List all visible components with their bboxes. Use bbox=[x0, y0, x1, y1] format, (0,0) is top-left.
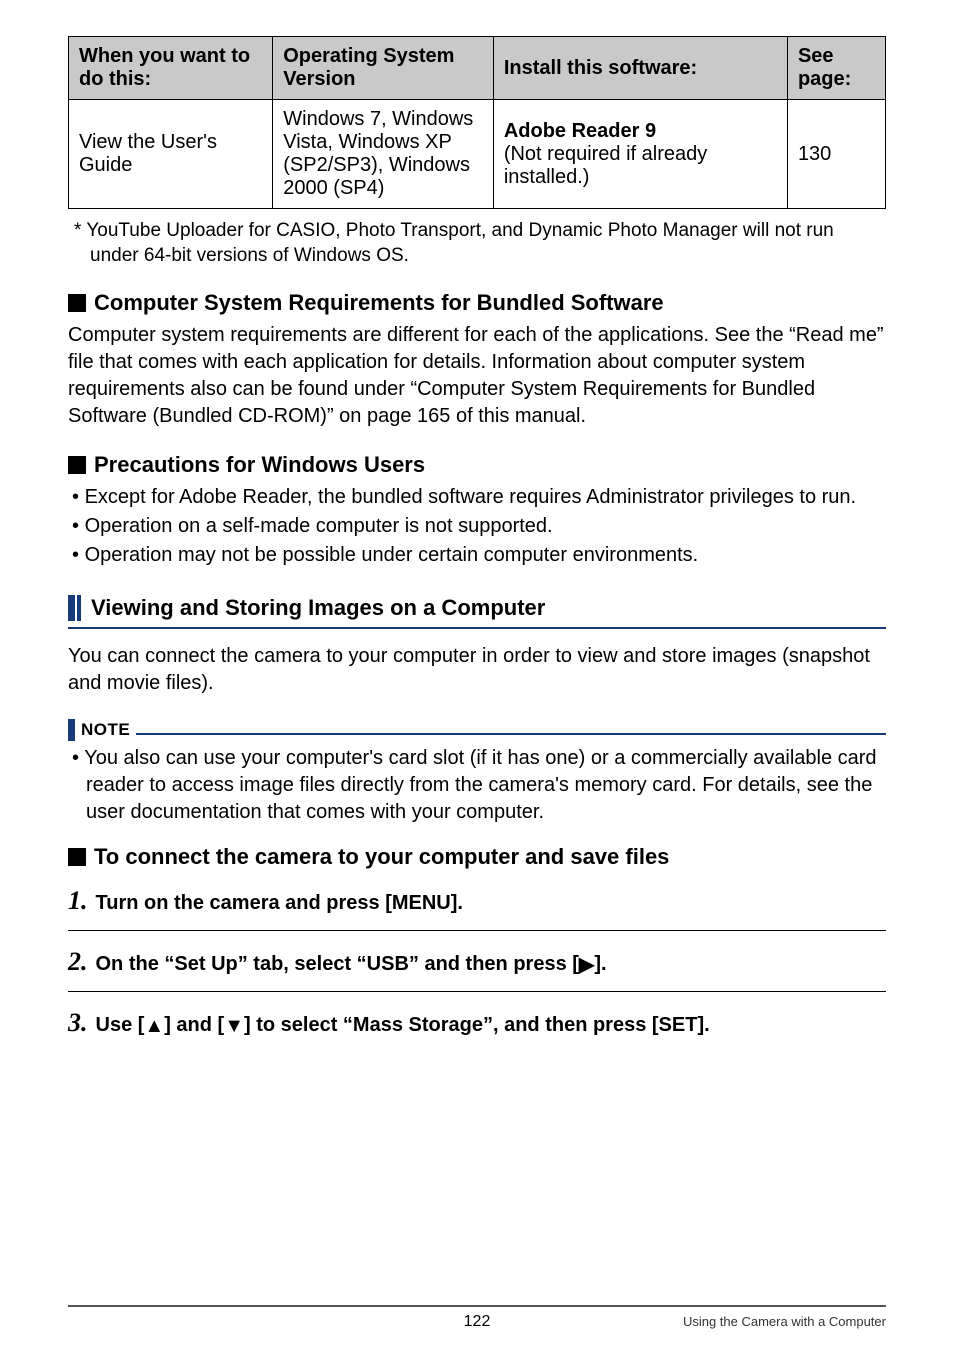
step-divider bbox=[68, 991, 886, 992]
footer-chapter: Using the Camera with a Computer bbox=[616, 1314, 886, 1329]
precautions-list: Except for Adobe Reader, the bundled sof… bbox=[68, 484, 886, 569]
th-task: When you want to do this: bbox=[69, 37, 273, 100]
note-label: NOTE bbox=[81, 720, 130, 740]
step-divider bbox=[68, 930, 886, 931]
footnote: * YouTube Uploader for CASIO, Photo Tran… bbox=[68, 219, 886, 268]
triangle-down-icon: ▼ bbox=[224, 1015, 244, 1038]
step-text: On the “Set Up” tab, select “USB” and th… bbox=[96, 951, 607, 976]
list-item: Except for Adobe Reader, the bundled sof… bbox=[68, 484, 886, 511]
cell-software: Adobe Reader 9 (Not required if already … bbox=[493, 100, 787, 209]
note-bar-icon bbox=[68, 719, 75, 741]
list-item: You also can use your computer's card sl… bbox=[68, 745, 886, 826]
step-number: 2. bbox=[68, 947, 88, 977]
step-text-pre: Use [ bbox=[96, 1014, 145, 1036]
heading-to-connect: To connect the camera to your computer a… bbox=[68, 844, 886, 870]
cell-page: 130 bbox=[787, 100, 885, 209]
table-header-row: When you want to do this: Operating Syst… bbox=[69, 37, 886, 100]
step-text-mid: ] and [ bbox=[164, 1014, 224, 1036]
square-bullet-icon bbox=[68, 456, 86, 474]
heading-computer-requirements: Computer System Requirements for Bundled… bbox=[68, 290, 886, 316]
step-3: 3. Use [▲] and [▼] to select “Mass Stora… bbox=[68, 1008, 886, 1038]
software-note: (Not required if already installed.) bbox=[504, 143, 707, 188]
section-title: Viewing and Storing Images on a Computer bbox=[91, 595, 545, 621]
section-bar-icon bbox=[68, 595, 75, 621]
software-table: When you want to do this: Operating Syst… bbox=[68, 36, 886, 209]
step-1: 1. Turn on the camera and press [MENU]. bbox=[68, 886, 886, 916]
footer-row: 122 Using the Camera with a Computer bbox=[68, 1313, 886, 1331]
triangle-right-icon: ▶ bbox=[579, 952, 594, 977]
table-row: View the User's Guide Windows 7, Windows… bbox=[69, 100, 886, 209]
heading-precautions: Precautions for Windows Users bbox=[68, 452, 886, 478]
software-name: Adobe Reader 9 bbox=[504, 120, 656, 142]
step-text-post: ] to select “Mass Storage”, and then pre… bbox=[244, 1014, 710, 1036]
section-bar-icon bbox=[77, 595, 81, 621]
list-item: Operation may not be possible under cert… bbox=[68, 542, 886, 569]
step-number: 3. bbox=[68, 1008, 88, 1038]
note-list: You also can use your computer's card sl… bbox=[68, 745, 886, 826]
th-software: Install this software: bbox=[493, 37, 787, 100]
step-text-post: ]. bbox=[594, 953, 606, 975]
square-bullet-icon bbox=[68, 848, 86, 866]
step-text: Use [▲] and [▼] to select “Mass Storage”… bbox=[96, 1014, 710, 1037]
triangle-up-icon: ▲ bbox=[144, 1015, 164, 1038]
cell-os: Windows 7, Windows Vista, Windows XP (SP… bbox=[273, 100, 494, 209]
step-text: Turn on the camera and press [MENU]. bbox=[96, 892, 463, 915]
step-number: 1. bbox=[68, 886, 88, 916]
page: When you want to do this: Operating Syst… bbox=[0, 0, 954, 1357]
body-computer-requirements: Computer system requirements are differe… bbox=[68, 322, 886, 430]
cell-task: View the User's Guide bbox=[69, 100, 273, 209]
th-page: See page: bbox=[787, 37, 885, 100]
note-heading: NOTE bbox=[68, 719, 886, 741]
th-os: Operating System Version bbox=[273, 37, 494, 100]
footer-rule bbox=[68, 1305, 886, 1307]
step-2: 2. On the “Set Up” tab, select “USB” and… bbox=[68, 947, 886, 977]
list-item: Operation on a self-made computer is not… bbox=[68, 513, 886, 540]
section-heading: Viewing and Storing Images on a Computer bbox=[68, 595, 886, 621]
step-text-pre: On the “Set Up” tab, select “USB” and th… bbox=[96, 953, 579, 975]
heading-text: Computer System Requirements for Bundled… bbox=[94, 290, 664, 316]
page-footer: 122 Using the Camera with a Computer bbox=[68, 1305, 886, 1331]
section-heading-wrap: Viewing and Storing Images on a Computer bbox=[68, 595, 886, 629]
heading-text: Precautions for Windows Users bbox=[94, 452, 425, 478]
footnote-text: YouTube Uploader for CASIO, Photo Transp… bbox=[86, 220, 833, 266]
body-viewing-storing: You can connect the camera to your compu… bbox=[68, 643, 886, 697]
heading-text: To connect the camera to your computer a… bbox=[94, 844, 669, 870]
page-number: 122 bbox=[464, 1313, 491, 1331]
square-bullet-icon bbox=[68, 294, 86, 312]
note-line-icon bbox=[136, 733, 886, 735]
